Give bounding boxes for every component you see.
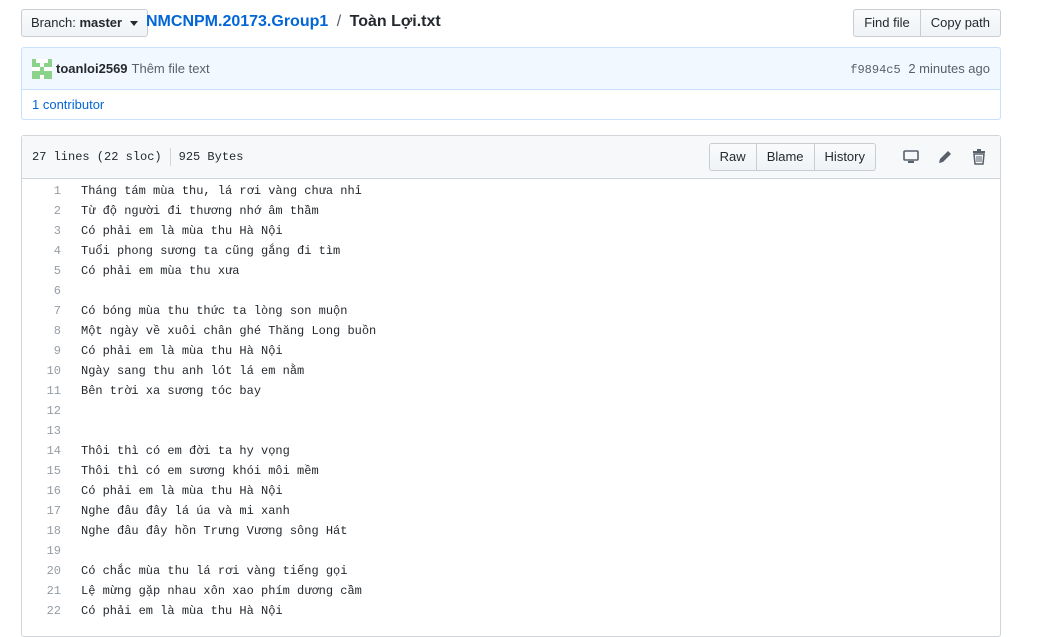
- line-content: Tháng tám mùa thu, lá rơi vàng chưa nhỉ: [81, 184, 362, 198]
- line-number[interactable]: 7: [22, 301, 81, 321]
- line-number[interactable]: 16: [22, 481, 81, 501]
- code-line: 14 Thôi thì có em đời ta hy vọng: [22, 441, 1000, 461]
- line-content: Lệ mừng gặp nhau xôn xao phím dương cầm: [81, 584, 362, 598]
- raw-button[interactable]: Raw: [708, 143, 757, 171]
- commit-time: 2 minutes ago: [908, 60, 990, 76]
- line-number[interactable]: 18: [22, 521, 81, 541]
- code-line: 20 Có chắc mùa thu lá rơi vàng tiếng gọi: [22, 561, 1000, 581]
- blame-button[interactable]: Blame: [755, 143, 815, 171]
- line-content: Có phải em mùa thu xưa: [81, 264, 240, 278]
- line-number[interactable]: 14: [22, 441, 81, 461]
- line-content: Tuổi phong sương ta cũng gắng đi tìm: [81, 244, 341, 258]
- latest-commit: toanloi2569 Thêm file text f9894c5 2 min…: [22, 48, 1000, 90]
- line-number[interactable]: 20: [22, 561, 81, 581]
- line-content: Từ độ người đi thương nhớ âm thầm: [81, 204, 319, 218]
- code-line: 8 Một ngày về xuôi chân ghé Thăng Long bu…: [22, 321, 1000, 341]
- find-file-button[interactable]: Find file: [853, 9, 921, 37]
- line-number[interactable]: 17: [22, 501, 81, 521]
- line-number[interactable]: 3: [22, 221, 81, 241]
- line-content: Có phải em là mùa thu Hà Nội: [81, 484, 283, 498]
- copy-path-button[interactable]: Copy path: [919, 9, 1001, 37]
- line-number[interactable]: 5: [22, 261, 81, 281]
- code-line: 2 Từ độ người đi thương nhớ âm thầm: [22, 201, 1000, 221]
- commit-meta: f9894c5 2 minutes ago: [850, 61, 990, 77]
- file-name: Toàn Lợi.txt: [349, 13, 441, 30]
- line-number[interactable]: 4: [22, 241, 81, 261]
- commit-message-link[interactable]: Thêm file text: [132, 61, 210, 76]
- line-content: Thôi thì có em đời ta hy vọng: [81, 444, 290, 458]
- code-line: 9 Có phải em là mùa thu Hà Nội: [22, 341, 1000, 361]
- line-number[interactable]: 13: [22, 421, 81, 441]
- line-number[interactable]: 10: [22, 361, 81, 381]
- file-size: 925 Bytes: [178, 150, 244, 165]
- code-table: 1 Tháng tám mùa thu, lá rơi vàng chưa nhỉ…: [22, 179, 1000, 621]
- breadcrumb: NMCNPM.20173.Group1 / Toàn Lợi.txt: [146, 13, 441, 31]
- line-number[interactable]: 21: [22, 581, 81, 601]
- line-number[interactable]: 6: [22, 281, 81, 301]
- file-info-divider: [169, 148, 171, 166]
- code-line: 11 Bên trời xa sương tóc bay: [22, 381, 1000, 401]
- line-content: Có chắc mùa thu lá rơi vàng tiếng gọi: [81, 564, 348, 578]
- code-line: 19: [22, 541, 1000, 561]
- branch-prefix: Branch:: [31, 15, 76, 30]
- trash-icon[interactable]: [968, 146, 990, 168]
- file-viewer: 27 lines (22 sloc) 925 Bytes Raw Blame Hi…: [21, 135, 1001, 637]
- line-number[interactable]: 11: [22, 381, 81, 401]
- code-line: 22 Có phải em là mùa thu Hà Nội: [22, 601, 1000, 621]
- code-line: 5 Có phải em mùa thu xưa: [22, 261, 1000, 281]
- desktop-icon[interactable]: [900, 146, 922, 168]
- line-content: Có bóng mùa thu thức ta lòng son muộn: [81, 304, 348, 318]
- commit-sha-link[interactable]: f9894c5: [850, 63, 900, 77]
- commit-author-link[interactable]: toanloi2569: [56, 61, 128, 76]
- code-line: 1 Tháng tám mùa thu, lá rơi vàng chưa nhỉ: [22, 181, 1000, 201]
- contributors-link[interactable]: 1 contributor: [32, 97, 104, 112]
- file-lines-info: 27 lines (22 sloc): [32, 150, 162, 165]
- code-line: 4 Tuổi phong sương ta cũng gắng đi tìm: [22, 241, 1000, 261]
- line-content: Một ngày về xuôi chân ghé Thăng Long buồ…: [81, 324, 377, 338]
- code-line: 17 Nghe đâu đây lá úa và mi xanh: [22, 501, 1000, 521]
- pencil-icon[interactable]: [934, 146, 956, 168]
- file-topbar: Branch: master NMCNPM.20173.Group1 / Toà…: [21, 9, 1001, 39]
- commit-tease: toanloi2569 Thêm file text f9894c5 2 min…: [21, 47, 1001, 120]
- code-line: 3 Có phải em là mùa thu Hà Nội: [22, 221, 1000, 241]
- line-content: Nghe đâu đây hồn Trưng Vương sông Hát: [81, 524, 348, 538]
- line-number[interactable]: 9: [22, 341, 81, 361]
- line-content: Bên trời xa sương tóc bay: [81, 384, 262, 398]
- code-line: 21 Lệ mừng gặp nhau xôn xao phím dương cầ…: [22, 581, 1000, 601]
- code-line: 15 Thôi thì có em sương khói môi mềm: [22, 461, 1000, 481]
- line-number[interactable]: 2: [22, 201, 81, 221]
- file-info: 27 lines (22 sloc) 925 Bytes: [32, 148, 243, 166]
- branch-name: master: [79, 15, 123, 30]
- line-content: Có phải em là mùa thu Hà Nội: [81, 224, 283, 238]
- branch-select-button[interactable]: Branch: master: [21, 9, 148, 37]
- line-content: Thôi thì có em sương khói môi mềm: [81, 464, 319, 478]
- file-header: 27 lines (22 sloc) 925 Bytes Raw Blame Hi…: [22, 136, 1000, 179]
- repo-link[interactable]: NMCNPM.20173.Group1: [146, 13, 328, 30]
- line-content: Nghe đâu đây lá úa và mi xanh: [81, 504, 290, 518]
- line-number[interactable]: 19: [22, 541, 81, 561]
- breadcrumb-separator: /: [336, 13, 342, 30]
- line-number[interactable]: 1: [22, 181, 81, 201]
- line-content: Có phải em là mùa thu Hà Nội: [81, 344, 283, 358]
- line-number[interactable]: 22: [22, 601, 81, 621]
- code-line: 16 Có phải em là mùa thu Hà Nội: [22, 481, 1000, 501]
- code-line: 6: [22, 281, 1000, 301]
- code-line: 13: [22, 421, 1000, 441]
- code-line: 10 Ngày sang thu anh lót lá em nằm: [22, 361, 1000, 381]
- caret-down-icon: [129, 21, 138, 27]
- file-view-button-group: Raw Blame History: [708, 143, 876, 171]
- code-line: 18 Nghe đâu đây hồn Trưng Vương sông Hát: [22, 521, 1000, 541]
- line-content: Có phải em là mùa thu Hà Nội: [81, 604, 283, 618]
- line-number[interactable]: 8: [22, 321, 81, 341]
- file-nav-buttons: Find file Copy path: [853, 9, 1001, 37]
- history-button[interactable]: History: [813, 143, 876, 171]
- line-number[interactable]: 15: [22, 461, 81, 481]
- line-content: Ngày sang thu anh lót lá em nằm: [81, 364, 305, 378]
- file-actions: Raw Blame History: [708, 143, 990, 171]
- contributors-row: 1 contributor: [22, 90, 1000, 119]
- line-number[interactable]: 12: [22, 401, 81, 421]
- code-line: 12: [22, 401, 1000, 421]
- avatar[interactable]: [32, 58, 52, 79]
- code-line: 7 Có bóng mùa thu thức ta lòng son muộn: [22, 301, 1000, 321]
